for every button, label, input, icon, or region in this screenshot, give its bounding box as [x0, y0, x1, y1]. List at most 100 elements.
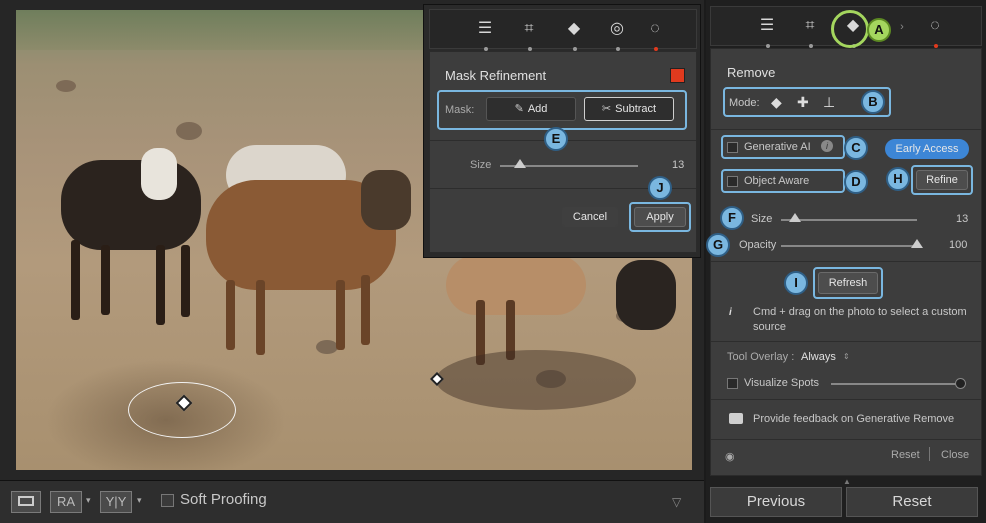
feedback-icon[interactable]: [729, 413, 743, 424]
object-aware-checkbox[interactable]: [727, 176, 738, 187]
dark-sheep-right: [616, 260, 676, 330]
sheep-leg: [101, 245, 110, 315]
divider: [711, 261, 981, 262]
mask-label: Mask:: [445, 104, 475, 116]
chevron-right-icon: ›: [900, 21, 904, 33]
before-after-lr-button[interactable]: RA: [50, 491, 82, 513]
masking-icon[interactable]: ◌: [924, 15, 946, 37]
info-icon[interactable]: i: [821, 140, 833, 152]
sheep-leg: [336, 280, 345, 350]
sliders-icon[interactable]: ☰: [474, 18, 496, 40]
brush-subtract-icon: ✂: [601, 103, 612, 115]
mode-label: Mode:: [729, 97, 760, 109]
toolbar-bottom: RA ▾ Y|Y ▾ Soft Proofing ▽: [0, 480, 704, 523]
clone-mode-icon[interactable]: ⊥: [823, 94, 835, 111]
mask-subtract-button[interactable]: ✂ Subtract: [584, 97, 674, 121]
mask-size-label: Size: [470, 159, 492, 171]
chevron-down-icon[interactable]: ▾: [86, 495, 91, 506]
callout-j: J: [648, 176, 672, 200]
object-aware-label: Object Aware: [744, 175, 810, 187]
before-after-label: RA: [56, 494, 76, 509]
close-link[interactable]: Close: [941, 449, 969, 461]
panel-collapse-icon[interactable]: ▲: [843, 477, 851, 486]
sheep-leg: [361, 275, 370, 345]
rock: [176, 122, 202, 140]
opacity-value[interactable]: 100: [949, 239, 967, 251]
callout-a: A: [867, 18, 891, 42]
previous-button[interactable]: Previous: [710, 487, 842, 517]
right-panel: ☰ ⌗ ◆ › ◌ Remove Mode: ◆ ✚ ⊥ Generative …: [706, 0, 986, 523]
generative-ai-checkbox[interactable]: [727, 142, 738, 153]
callout-d: D: [844, 170, 868, 194]
callout-g: G: [706, 233, 730, 257]
custom-source-hint: Cmd + drag on the photo to select a cust…: [753, 306, 967, 333]
visualize-spots-slider[interactable]: [831, 383, 961, 385]
before-after-tb-button[interactable]: Y|Y: [100, 491, 132, 513]
divider: [711, 399, 981, 400]
mask-refinement-title: Mask Refinement: [445, 68, 547, 83]
separator: [929, 447, 930, 461]
sheep-leg: [181, 245, 190, 317]
reset-link[interactable]: Reset: [891, 449, 920, 461]
generative-ai-label: Generative AI: [744, 141, 811, 153]
mask-size-slider-thumb[interactable]: [514, 159, 526, 168]
mask-color-swatch[interactable]: [670, 68, 685, 83]
soft-proofing-checkbox[interactable]: [161, 494, 174, 507]
callout-e: E: [544, 127, 568, 151]
mask-add-label: Add: [527, 103, 548, 115]
heal-mode-icon[interactable]: ✚: [797, 94, 809, 111]
rock: [56, 80, 76, 92]
opacity-label: Opacity: [739, 239, 777, 251]
mask-add-button[interactable]: ✎ Add: [486, 97, 576, 121]
mask-cancel-button[interactable]: Cancel: [562, 207, 618, 227]
chevron-updown-icon[interactable]: ⇕: [843, 352, 850, 361]
mask-tool-strip: ☰ ⌗ ◆ ◎ ◌: [429, 9, 697, 51]
size-slider-thumb[interactable]: [788, 213, 801, 222]
panel-title: Remove: [727, 65, 776, 80]
sliders-icon[interactable]: ☰: [756, 15, 778, 37]
chevron-down-icon[interactable]: ▾: [137, 495, 142, 506]
redeye-icon[interactable]: ◎: [606, 18, 628, 40]
sheep-leg: [71, 240, 80, 320]
masking-icon[interactable]: ◌: [644, 18, 666, 40]
visualize-spots-thumb[interactable]: [955, 378, 966, 389]
refine-button[interactable]: Refine: [916, 170, 968, 190]
tool-overlay-select[interactable]: Always: [801, 351, 836, 363]
mask-apply-button[interactable]: Apply: [634, 207, 686, 227]
toolbar-menu-icon[interactable]: ▽: [672, 495, 681, 509]
eraser-icon[interactable]: ◆: [563, 18, 585, 40]
callout-h: H: [886, 167, 910, 191]
remove-panel: Remove Mode: ◆ ✚ ⊥ Generative AI i Early…: [710, 48, 982, 476]
remove-mode-icon[interactable]: ◆: [771, 94, 782, 111]
visualize-spots-label: Visualize Spots: [744, 377, 820, 389]
size-slider-track[interactable]: [781, 219, 917, 221]
crop-icon[interactable]: ⌗: [799, 15, 821, 37]
divider: [711, 129, 981, 130]
eraser-highlight-ring: [831, 10, 869, 48]
loupe-view-button[interactable]: [11, 491, 41, 513]
mask-size-value[interactable]: 13: [672, 159, 684, 171]
size-label: Size: [751, 213, 773, 225]
divider: [711, 341, 981, 342]
crop-icon[interactable]: ⌗: [518, 18, 540, 40]
eye-icon[interactable]: ◉: [725, 450, 735, 463]
size-value[interactable]: 13: [956, 213, 968, 225]
early-access-badge: Early Access: [885, 139, 969, 159]
before-after-label: Y|Y: [105, 494, 127, 509]
rock: [316, 340, 338, 354]
mask-refinement-body: Mask Refinement Mask: ✎ Add ✂ Subtract Siz…: [429, 51, 697, 253]
reset-button[interactable]: Reset: [846, 487, 978, 517]
brown-sheep-head: [361, 170, 411, 230]
info-icon: i: [729, 307, 732, 318]
callout-b: B: [861, 90, 885, 114]
feedback-link[interactable]: Provide feedback on Generative Remove: [753, 413, 954, 425]
black-sheep: [61, 160, 201, 250]
tan-sheep: [446, 255, 586, 315]
callout-c: C: [844, 136, 868, 160]
visualize-spots-checkbox[interactable]: [727, 378, 738, 389]
opacity-slider-track[interactable]: [781, 245, 917, 247]
tool-overlay-label: Tool Overlay :: [727, 351, 795, 363]
refresh-button[interactable]: Refresh: [818, 272, 878, 294]
sheep-head-white: [141, 148, 177, 200]
opacity-slider-thumb[interactable]: [911, 239, 923, 248]
